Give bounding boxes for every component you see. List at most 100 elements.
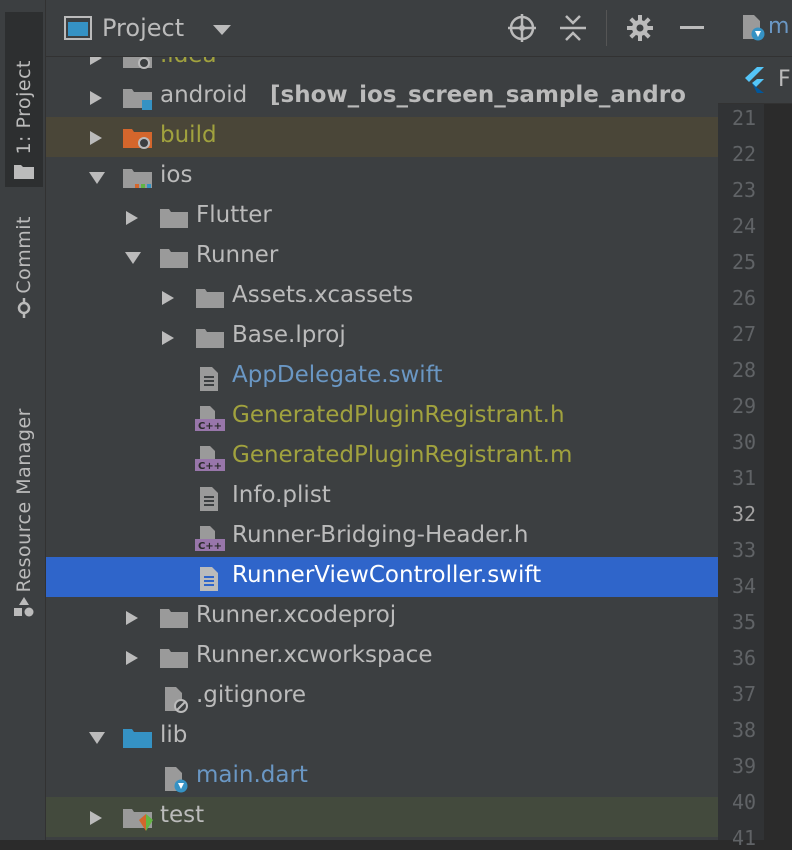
toolbar-separator [606,10,607,46]
svg-text:C++: C++ [198,421,222,432]
editor-breadcrumb-bar: F [718,57,792,104]
tree-row-test[interactable]: test [46,797,718,837]
line-number: 34 [732,574,757,598]
tree-row-generated-h[interactable]: C++ GeneratedPluginRegistrant.h [46,397,718,437]
line-number: 26 [732,286,757,310]
file-icon [200,487,218,511]
flutter-icon [745,67,764,93]
shapes-icon [14,597,34,617]
project-panel: .idea android [show_ios_screen_sample_an… [46,0,718,840]
tree-row-bridging-header[interactable]: C++ Runner-Bridging-Header.h [46,517,718,557]
file-icon [200,567,218,591]
project-tab-label: 1: Project [13,60,35,155]
line-number: 37 [732,682,757,706]
line-number: 38 [732,718,757,742]
tree-row-generated-m[interactable]: C++ GeneratedPluginRegistrant.m [46,437,718,477]
line-number: 22 [732,142,757,166]
folder-icon [160,649,188,668]
cpp-file-icon: C++ [195,446,225,472]
folder-icon [160,609,188,628]
chevron-right-icon[interactable] [124,610,140,626]
folder-icon [160,209,188,228]
line-number: 40 [732,790,757,814]
panel-title[interactable]: Project [102,14,184,42]
resource-manager-tool-tab[interactable]: Resource Manager [5,370,43,622]
tree-row-label: android [160,82,248,108]
chevron-right-icon[interactable] [124,650,140,666]
commit-icon [17,298,31,318]
current-line-number: 32 [732,502,757,526]
chevron-right-icon[interactable] [88,810,104,826]
chevron-right-icon[interactable] [124,210,140,226]
chevron-down-icon[interactable] [124,250,142,266]
tree-row-xcodeproj[interactable]: Runner.xcodeproj [46,597,718,637]
editor-tab-bar: m [718,0,792,57]
folder-icon [160,249,188,268]
resource-manager-tab-label: Resource Manager [13,407,35,592]
tree-row-label: Runner.xcodeproj [196,602,397,628]
editor-breadcrumb-label: F [778,67,791,92]
editor-tab[interactable]: m [726,12,792,44]
line-number: 39 [732,754,757,778]
tree-row-assets[interactable]: Assets.xcassets [46,277,718,317]
tree-row-runnerviewcontroller[interactable]: RunnerViewController.swift [46,557,718,597]
tree-row-info-plist[interactable]: Info.plist [46,477,718,517]
chevron-right-icon[interactable] [88,130,104,146]
tree-row-xcworkspace[interactable]: Runner.xcworkspace [46,637,718,677]
tree-row-flutter[interactable]: Flutter [46,197,718,237]
tree-row-base-lproj[interactable]: Base.lproj [46,317,718,357]
tree-row-label: GeneratedPluginRegistrant.h [232,402,565,428]
line-number: 23 [732,178,757,202]
tree-row-label: Base.lproj [232,322,346,348]
tree-row-label: GeneratedPluginRegistrant.m [232,442,573,468]
line-number: 27 [732,322,757,346]
chevron-down-icon[interactable] [88,170,106,186]
tree-row-label: AppDelegate.swift [232,362,443,388]
tree-row-build[interactable]: build [46,117,718,157]
project-view-icon [64,16,92,40]
file-icon [200,367,218,391]
line-number: 36 [732,646,757,670]
build-folder-icon [123,129,152,149]
tree-row-main-dart[interactable]: main.dart [46,757,718,797]
tree-row-appdelegate[interactable]: AppDelegate.swift [46,357,718,397]
tree-row-label: test [160,802,205,828]
dart-file-icon [743,15,765,41]
tree-row-ios[interactable]: ios [46,157,718,197]
source-folder-icon [123,729,152,748]
tree-row-android[interactable]: android [show_ios_screen_sample_andro [46,77,718,117]
folder-icon [14,165,34,179]
tree-row-runner[interactable]: Runner [46,237,718,277]
module-folder-icon [123,169,152,188]
folder-icon [196,329,224,348]
svg-text:C++: C++ [198,541,222,552]
svg-text:C++: C++ [198,461,222,472]
dart-file-icon [165,767,188,793]
tree-row-gitignore[interactable]: .gitignore [46,677,718,717]
line-number: 25 [732,250,757,274]
commit-tab-label: Commit [13,216,35,294]
project-panel-header: Project [46,0,718,57]
locate-icon[interactable] [508,14,536,42]
chevron-right-icon[interactable] [88,90,104,106]
line-number: 28 [732,358,757,382]
tree-row-label: main.dart [196,762,308,788]
project-tool-tab[interactable]: 1: Project [5,12,43,187]
tree-row-label: Runner-Bridging-Header.h [232,522,529,548]
tree-row-label: Flutter [196,202,272,228]
editor-text-area[interactable] [764,104,792,840]
tree-row-label: Assets.xcassets [232,282,414,308]
tree-row-lib[interactable]: lib [46,717,718,757]
line-number: 21 [732,106,757,130]
commit-tool-tab[interactable]: Commit [5,202,43,322]
cpp-file-icon: C++ [195,406,225,432]
chevron-right-icon[interactable] [160,330,176,346]
folder-icon [196,289,224,308]
tree-row-label: Info.plist [232,482,331,508]
collapse-icon[interactable] [560,14,586,42]
gear-icon[interactable] [626,14,654,42]
chevron-down-icon[interactable] [88,730,106,746]
minimize-icon[interactable] [680,26,704,30]
dropdown-icon[interactable] [212,24,232,36]
chevron-right-icon[interactable] [160,290,176,306]
